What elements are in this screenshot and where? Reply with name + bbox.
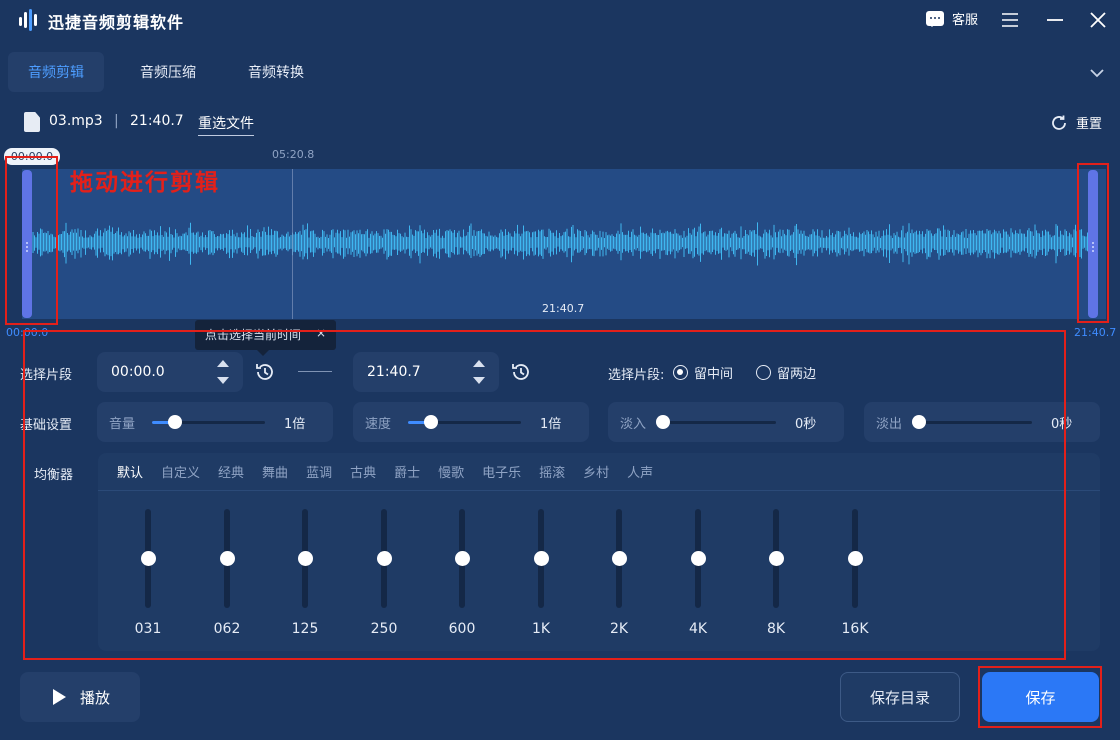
- waveform-duration: 21:40.7: [542, 302, 585, 315]
- tab-audio-convert[interactable]: 音频转换: [228, 52, 324, 92]
- refresh-icon: [1052, 115, 1066, 130]
- close-icon: [1090, 12, 1106, 28]
- chat-icon: [926, 11, 944, 27]
- play-button[interactable]: 播放: [20, 672, 140, 722]
- reselect-file-link[interactable]: 重选文件: [198, 113, 254, 136]
- file-duration: 21:40.7: [130, 113, 184, 129]
- minimize-icon: [1047, 19, 1063, 21]
- app-logo-icon: [19, 9, 37, 31]
- service-label: 客服: [952, 13, 979, 28]
- waveform-path: [29, 222, 1091, 266]
- time-marker-line: [292, 169, 293, 319]
- annotation-box: [5, 156, 58, 325]
- close-button[interactable]: [1086, 8, 1110, 32]
- drag-to-cut-annotation: 拖动进行剪辑: [70, 169, 220, 196]
- music-file-icon: [24, 112, 40, 132]
- menu-icon: [1002, 13, 1018, 27]
- reset-label: 重置: [1076, 117, 1103, 132]
- reset-button[interactable]: 重置: [1050, 113, 1102, 132]
- ruler-time-label: 05:20.8: [272, 148, 315, 161]
- play-label: 播放: [80, 688, 111, 707]
- chevron-down-icon[interactable]: [1088, 64, 1106, 82]
- waveform-end-time: 21:40.7: [1074, 326, 1117, 339]
- customer-service-button[interactable]: 客服: [926, 9, 978, 28]
- minimize-button[interactable]: [1043, 8, 1067, 32]
- annotation-box: [23, 330, 1066, 660]
- tab-audio-compress[interactable]: 音频压缩: [120, 52, 216, 92]
- separator: |: [114, 113, 119, 129]
- save-directory-button[interactable]: 保存目录: [840, 672, 960, 722]
- tab-audio-cut[interactable]: 音频剪辑: [8, 52, 104, 92]
- menu-button[interactable]: [998, 8, 1022, 32]
- play-icon: [53, 689, 66, 705]
- annotation-box: [978, 666, 1102, 728]
- app-title: 迅捷音频剪辑软件: [48, 13, 185, 32]
- annotation-box: [1077, 163, 1109, 323]
- file-name: 03.mp3: [49, 113, 103, 129]
